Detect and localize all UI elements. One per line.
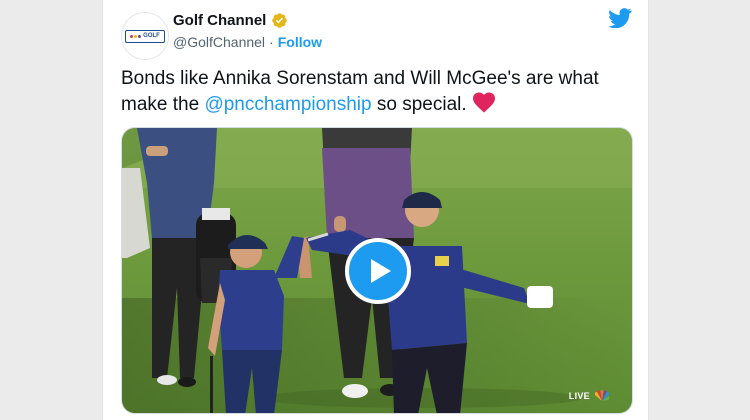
tweet-text: Bonds like Annika Sorenstam and Will McG… bbox=[121, 66, 631, 117]
mention-link[interactable]: @pncchampionship bbox=[204, 94, 371, 115]
author-display-name[interactable]: Golf Channel bbox=[173, 12, 266, 29]
verified-badge-icon bbox=[272, 13, 288, 28]
author-handle-row: @GolfChannel · Follow bbox=[173, 34, 322, 50]
handle-separator: · bbox=[269, 34, 274, 50]
play-button[interactable] bbox=[345, 238, 411, 304]
follow-button[interactable]: Follow bbox=[278, 34, 322, 50]
tweet-embed-card: GOLF Golf Channel @GolfChannel · Follow … bbox=[102, 0, 649, 420]
twitter-bird-icon[interactable] bbox=[608, 8, 632, 28]
avatar-logo-text: GOLF bbox=[143, 33, 160, 39]
video-player[interactable]: LIVE bbox=[121, 127, 633, 414]
author-handle[interactable]: @GolfChannel bbox=[173, 34, 265, 50]
live-badge: LIVE bbox=[569, 390, 610, 401]
red-heart-icon bbox=[472, 92, 495, 113]
tweet-text-end: so special. bbox=[371, 94, 472, 115]
author-name-row: Golf Channel bbox=[173, 12, 288, 29]
live-label: LIVE bbox=[568, 390, 590, 401]
avatar[interactable]: GOLF bbox=[121, 12, 169, 60]
golf-channel-logo: GOLF bbox=[125, 29, 165, 43]
play-icon bbox=[370, 259, 391, 283]
nbc-peacock-icon bbox=[130, 34, 142, 38]
nbc-peacock-icon bbox=[594, 390, 610, 401]
